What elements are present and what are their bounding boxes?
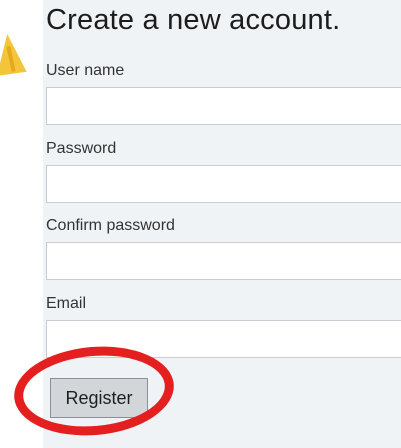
password-input[interactable]	[46, 165, 401, 203]
username-label: User name	[46, 62, 125, 79]
email-label: Email	[46, 295, 87, 312]
username-input[interactable]	[46, 87, 401, 125]
confirm-password-label: Confirm password	[46, 217, 175, 234]
register-button[interactable]: Register	[50, 378, 148, 418]
screenshot-stage: Create a new account. User name Password…	[0, 0, 401, 448]
password-label: Password	[46, 140, 117, 157]
confirm-password-input[interactable]	[46, 242, 401, 280]
email-input[interactable]	[46, 320, 401, 358]
page-title: Create a new account.	[46, 4, 341, 36]
